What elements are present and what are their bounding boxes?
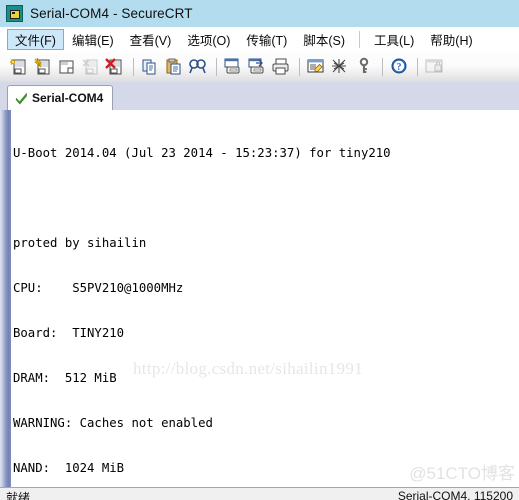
- print-icon[interactable]: [270, 56, 292, 78]
- terminal-line: U-Boot 2014.04 (Jul 23 2014 - 15:23:37) …: [13, 146, 391, 160]
- copy-icon[interactable]: [139, 56, 161, 78]
- watermark-site: @51CTO博客: [409, 464, 515, 483]
- help-icon[interactable]: ?: [388, 56, 410, 78]
- disconnect-icon[interactable]: [104, 56, 126, 78]
- toolbar-separator-4: [382, 58, 383, 76]
- key-icon[interactable]: [353, 56, 375, 78]
- toolbar-separator-5: [417, 58, 418, 76]
- menu-options[interactable]: 选项(O): [179, 29, 238, 50]
- toolbar-separator-3: [299, 58, 300, 76]
- menu-file[interactable]: 文件(F): [7, 29, 64, 50]
- terminal-line: WARNING: Caches not enabled: [13, 416, 213, 430]
- terminal-screen[interactable]: http://blog.csdn.net/sihailin1991 U-Boot…: [11, 110, 519, 487]
- log-session-icon[interactable]: [246, 56, 268, 78]
- print-screen-icon[interactable]: [222, 56, 244, 78]
- terminal-output: U-Boot 2014.04 (Jul 23 2014 - 15:23:37) …: [13, 116, 519, 487]
- menu-view[interactable]: 查看(V): [122, 29, 180, 50]
- tab-serial-com4[interactable]: Serial-COM4: [7, 85, 114, 110]
- toolbar-separator-2: [216, 58, 217, 76]
- protocol-icon[interactable]: [329, 56, 351, 78]
- menu-help[interactable]: 帮助(H): [422, 29, 480, 50]
- reconnect-icon: [80, 56, 102, 78]
- terminal-line: CPU: S5PV210@1000MHz: [13, 281, 184, 295]
- find-icon[interactable]: [187, 56, 209, 78]
- securecrt-icon: [6, 5, 23, 22]
- connect-in-tab-icon[interactable]: [56, 56, 78, 78]
- terminal-line: Board: TINY210: [13, 326, 125, 340]
- terminal-line: DRAM: 512 MiB: [13, 371, 117, 385]
- svg-text:?: ?: [397, 62, 402, 73]
- new-session-icon[interactable]: [8, 56, 30, 78]
- menu-transfer[interactable]: 传输(T): [238, 29, 295, 50]
- terminal-scrollbar[interactable]: [0, 110, 9, 487]
- menu-script[interactable]: 脚本(S): [295, 29, 353, 50]
- status-connection-text: Serial-COM4, 115200: [397, 489, 513, 500]
- paste-icon[interactable]: [163, 56, 185, 78]
- toolbar: ?: [0, 52, 519, 82]
- toolbar-separator-1: [133, 58, 134, 76]
- terminal-panel: http://blog.csdn.net/sihailin1991 U-Boot…: [0, 110, 519, 487]
- menu-tools[interactable]: 工具(L): [366, 29, 422, 50]
- securecrt-window: Serial-COM4 - SecureCRT 文件(F) 编辑(E) 查看(V…: [0, 0, 519, 500]
- menu-edit[interactable]: 编辑(E): [64, 29, 122, 50]
- title-bar: Serial-COM4 - SecureCRT: [0, 0, 519, 27]
- tab-label: Serial-COM4: [32, 91, 104, 105]
- menu-bar: 文件(F) 编辑(E) 查看(V) 选项(O) 传输(T) 脚本(S) 工具(L…: [0, 27, 519, 52]
- menu-separator: [359, 31, 361, 48]
- window-title: Serial-COM4 - SecureCRT: [30, 6, 193, 21]
- terminal-line: proted by sihailin: [13, 236, 147, 250]
- lock-window-icon: [423, 56, 445, 78]
- status-ready-text: 就绪: [6, 491, 31, 500]
- tab-strip: Serial-COM4: [0, 82, 519, 110]
- status-bar: 就绪 Serial-COM4, 115200: [0, 487, 519, 500]
- green-check-icon: [15, 92, 27, 104]
- quick-connect-icon[interactable]: [32, 56, 54, 78]
- session-options-icon[interactable]: [305, 56, 327, 78]
